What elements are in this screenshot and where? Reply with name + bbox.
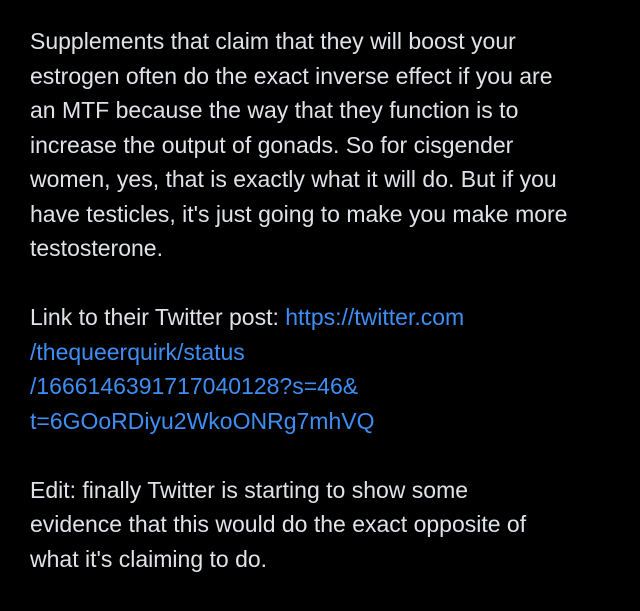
text-line: what it's claiming to do. — [30, 545, 268, 572]
twitter-link-part[interactable]: https://twitter.com — [285, 304, 464, 330]
text-line: an MTF because the way that they functio… — [30, 97, 519, 123]
link-paragraph: Link to their Twitter post: https://twit… — [30, 300, 620, 438]
twitter-link-part[interactable]: t=6GOoRDiyu2WkoONRg7mhVQ — [30, 404, 620, 439]
text-line: Edit: finally Twitter is starting to sho… — [30, 476, 469, 503]
link-line-first: Link to their Twitter post: https://twit… — [30, 300, 620, 335]
text-line: women, yes, that is exactly what it will… — [30, 166, 557, 192]
text-line: estrogen often do the exact inverse effe… — [30, 62, 553, 89]
edit-paragraph: Edit: finally Twitter is starting to sho… — [30, 473, 620, 577]
post-body: Supplements that claim that they will bo… — [30, 24, 620, 611]
text-line: testosterone. — [30, 235, 163, 261]
link-prefix-label: Link to their Twitter post: — [30, 304, 286, 330]
twitter-link-part[interactable]: /thequeerquirk/status — [30, 335, 620, 370]
text-line: have testicles, it's just going to make … — [30, 200, 568, 227]
text-line: Supplements that claim that they will bo… — [30, 28, 516, 54]
post-paragraph: Supplements that claim that they will bo… — [30, 24, 620, 266]
text-line: increase the output of gonads. So for ci… — [30, 131, 514, 158]
twitter-link-part[interactable]: /1666146391717040128?s=46& — [30, 369, 620, 404]
text-line: evidence that this would do the exact op… — [30, 511, 527, 537]
